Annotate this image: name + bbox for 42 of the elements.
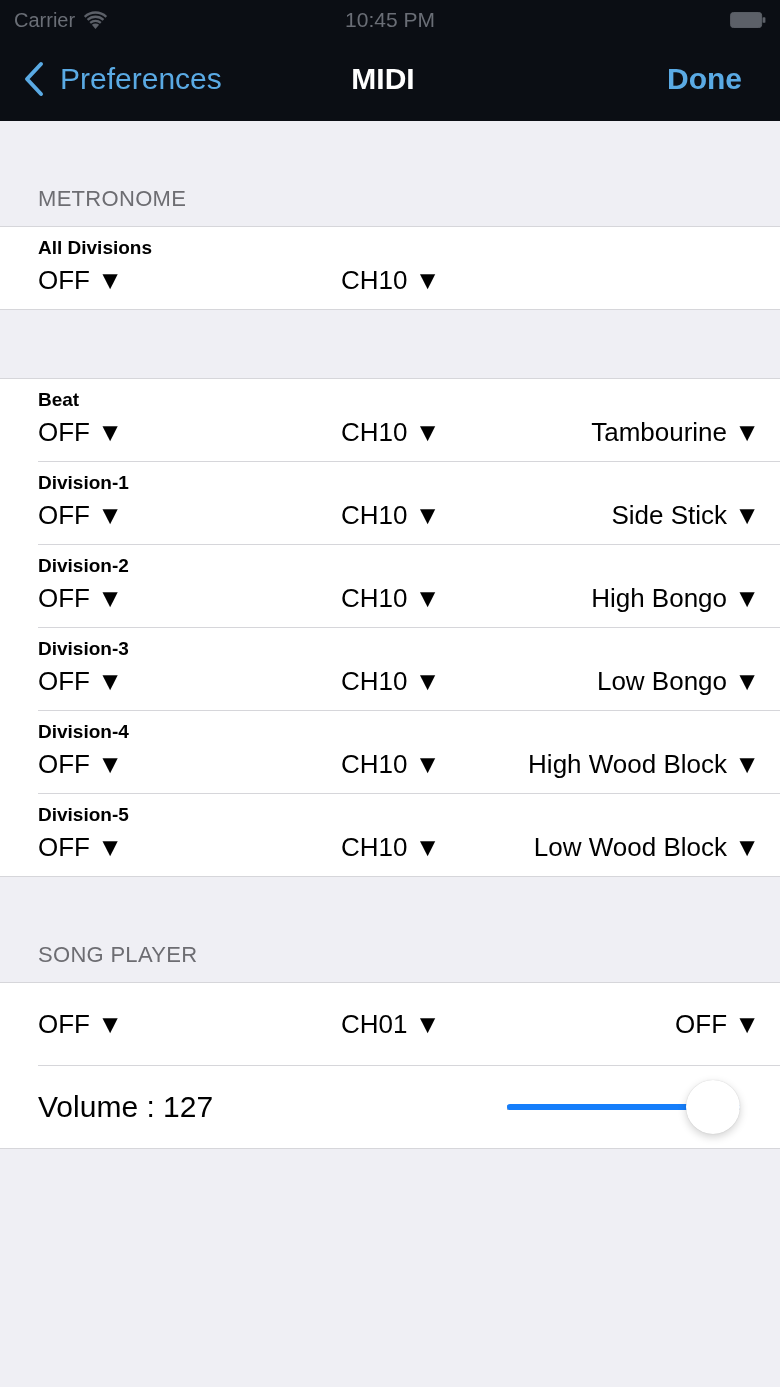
dropdown-button[interactable]: Low Bongo ▼ [596,666,760,696]
dropdown-button[interactable]: CH10 ▼ [341,832,441,862]
row-label: Division-3 [38,638,130,660]
dropdown-button[interactable]: CH01 ▼ [341,1009,441,1039]
clock-time: 10:45 PM [345,8,435,32]
dropdown-button[interactable]: CH10 ▼ [341,500,441,530]
back-button[interactable]: Preferences [24,60,222,97]
chevron-left-icon [24,60,44,97]
done-button[interactable]: Done [667,61,742,96]
volume-label: Volume : 127 [38,1090,214,1124]
row-label: Beat [38,389,81,411]
battery-icon [730,12,766,28]
row-label: Division-1 [38,472,130,494]
row-label: Division-4 [38,721,130,743]
dropdown-button[interactable]: CH10 ▼ [341,666,441,696]
dropdown-button[interactable]: OFF ▼ [38,417,123,447]
dropdown-button[interactable]: OFF ▼ [38,500,123,530]
dropdown-button[interactable]: OFF ▼ [675,1009,760,1039]
section-header: SONG PLAYER [38,942,198,968]
section-header: METRONOME [38,186,187,212]
wifi-icon [83,11,109,29]
dropdown-button[interactable]: OFF ▼ [38,832,123,862]
screen-title: MIDI [351,61,415,96]
dropdown-button[interactable]: CH10 ▼ [341,417,441,447]
dropdown-button[interactable]: Low Wood Block ▼ [533,832,760,862]
dropdown-button[interactable]: Side Stick ▼ [611,500,760,530]
dropdown-button[interactable]: CH10 ▼ [341,265,441,295]
row-label: All Divisions [38,237,154,259]
carrier-name: Carrier [14,8,76,32]
dropdown-button[interactable]: OFF ▼ [38,749,123,779]
dropdown-button[interactable]: High Bongo ▼ [591,583,760,613]
slider-thumb[interactable] [686,1080,740,1134]
dropdown-button[interactable]: OFF ▼ [38,583,123,613]
dropdown-button[interactable]: OFF ▼ [38,1009,123,1039]
row-label: Division-2 [38,555,130,577]
dropdown-button[interactable]: OFF ▼ [38,666,123,696]
dropdown-button[interactable]: OFF ▼ [38,265,123,295]
dropdown-button[interactable]: CH10 ▼ [341,749,441,779]
dropdown-button[interactable]: Tambourine ▼ [591,417,760,447]
dropdown-button[interactable]: High Wood Block ▼ [528,749,760,779]
row-label: Division-5 [38,804,130,826]
dropdown-button[interactable]: CH10 ▼ [341,583,441,613]
